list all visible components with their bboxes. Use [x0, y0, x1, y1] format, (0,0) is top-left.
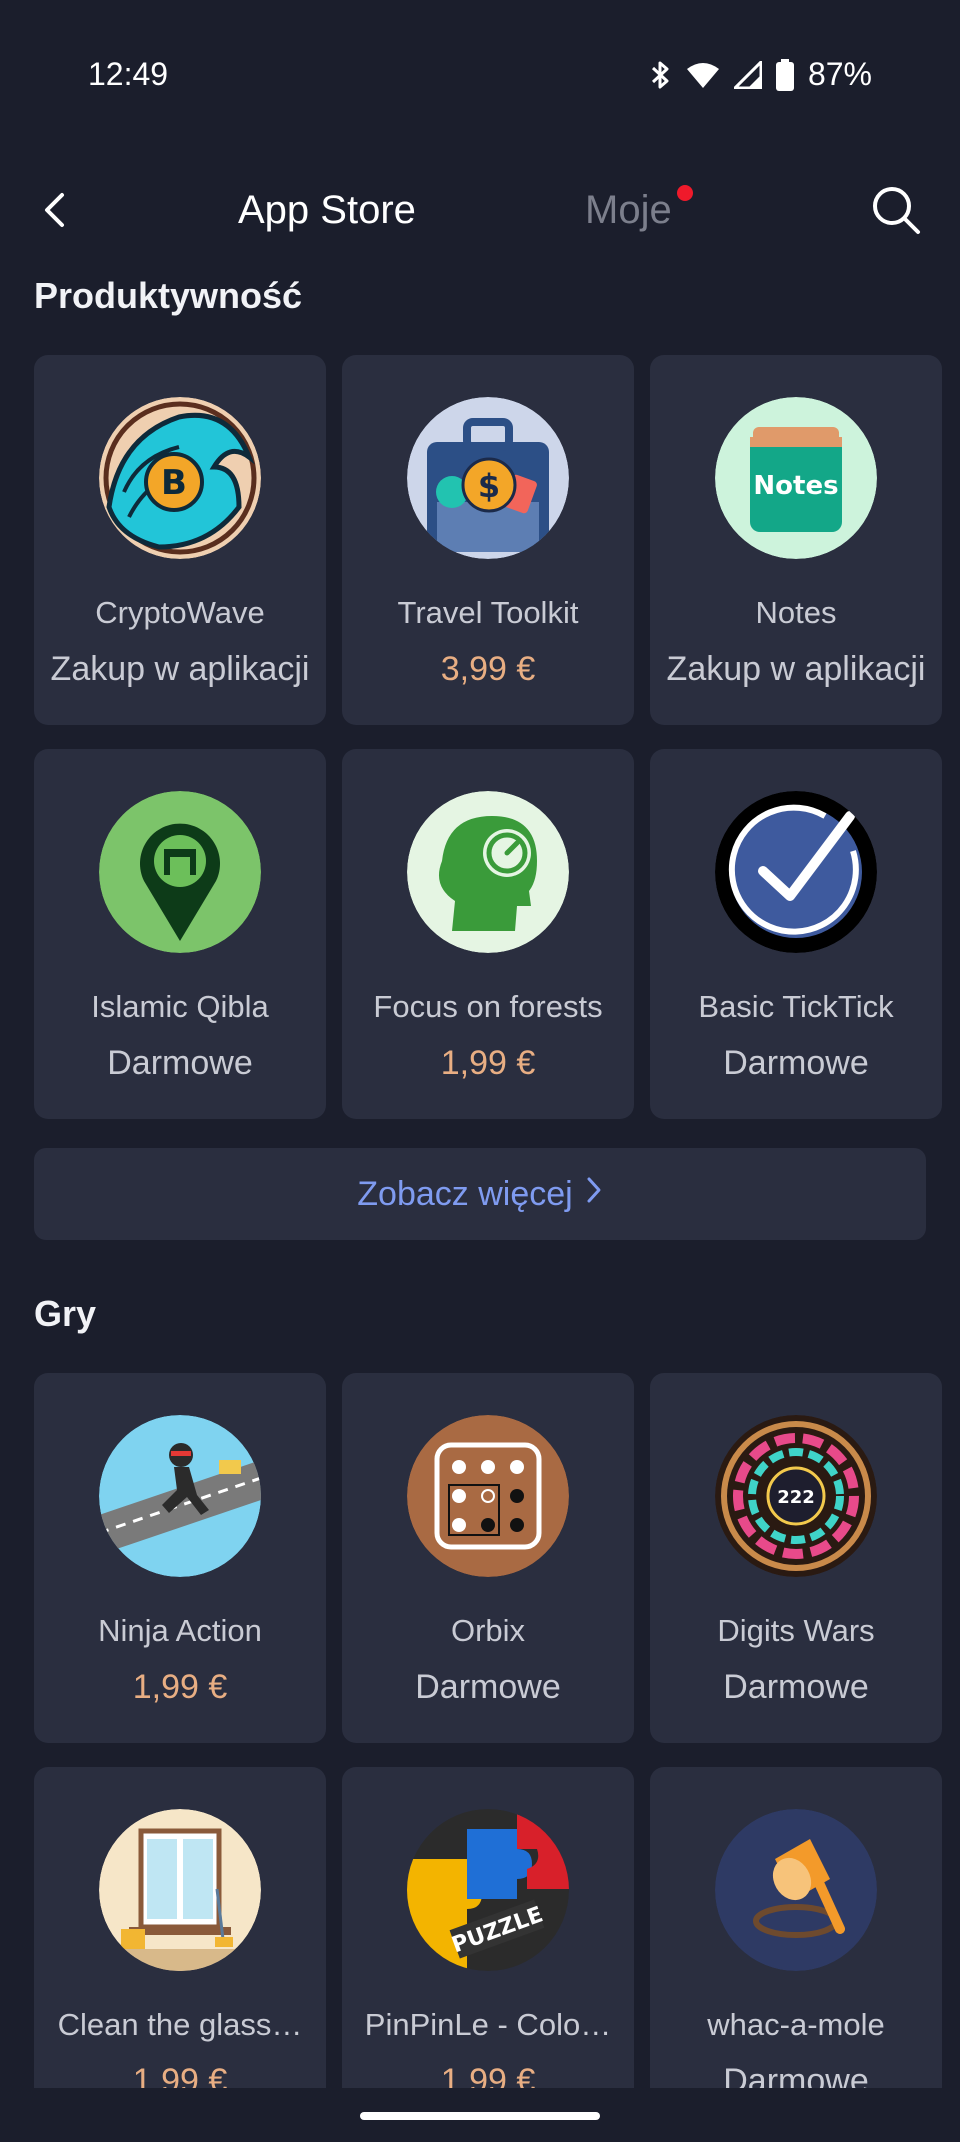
top-bar: App Store Moje [0, 160, 960, 260]
see-more-label: Zobacz więcej [357, 1174, 573, 1213]
app-grid-games: Ninja Action 1,99 € Orbix Darmowe 222 Di… [34, 1373, 944, 2137]
app-card[interactable]: 222 Digits Wars Darmowe [650, 1373, 942, 1743]
status-icons: 87% [650, 56, 872, 93]
app-grid-productivity: B CryptoWave Zakup w aplikacji $ Travel … [34, 355, 944, 1119]
app-price: Darmowe [723, 1668, 869, 1706]
app-price: 1,99 € [440, 1044, 536, 1082]
chevron-right-icon [585, 1175, 603, 1214]
app-name: Travel Toolkit [397, 595, 579, 630]
app-name: Clean the glass… [57, 2007, 303, 2042]
status-time: 12:49 [88, 56, 169, 92]
svg-text:$: $ [478, 467, 500, 505]
battery-percent: 87% [807, 56, 872, 92]
checkmark-icon [715, 791, 877, 953]
app-price: Darmowe [723, 1044, 869, 1082]
app-name: whac-a-mole [707, 2007, 885, 2042]
head-timer-icon [407, 791, 569, 953]
app-card[interactable]: Notes Notes Zakup w aplikacji [650, 355, 942, 725]
notification-dot [677, 185, 693, 201]
bluetooth-icon [650, 59, 672, 91]
app-name: Islamic Qibla [91, 989, 269, 1024]
tab-moje[interactable]: Moje [585, 188, 672, 233]
app-card[interactable]: Clean the glass… 1,99 € [34, 1767, 326, 2137]
travel-bag-icon: $ [407, 397, 569, 559]
app-card[interactable]: Orbix Darmowe [342, 1373, 634, 1743]
svg-text:222: 222 [777, 1487, 815, 1508]
app-price: Zakup w aplikacji [666, 650, 926, 688]
app-card[interactable]: Focus on forests 1,99 € [342, 749, 634, 1119]
window-icon [99, 1809, 261, 1971]
app-card[interactable]: B CryptoWave Zakup w aplikacji [34, 355, 326, 725]
ninja-icon [99, 1415, 261, 1577]
section-title-games: Gry [34, 1293, 97, 1334]
app-name: Orbix [450, 1613, 526, 1648]
hammer-icon [715, 1809, 877, 1971]
app-name: CryptoWave [95, 595, 265, 630]
digit-wheel-icon: 222 [715, 1415, 877, 1577]
app-name: Notes [755, 595, 837, 630]
app-card[interactable]: Basic TickTick Darmowe [650, 749, 942, 1119]
svg-text:B: B [161, 463, 187, 503]
app-name: Basic TickTick [698, 989, 894, 1024]
section-title-productivity: Produktywność [34, 275, 303, 316]
tab-app-store[interactable]: App Store [238, 188, 416, 233]
app-card[interactable]: Islamic Qibla Darmowe [34, 749, 326, 1119]
app-price: 3,99 € [440, 650, 536, 688]
app-card[interactable]: $ Travel Toolkit 3,99 € [342, 355, 634, 725]
chevron-left-icon[interactable] [30, 185, 80, 235]
app-price: Darmowe [107, 1044, 253, 1082]
app-card[interactable]: whac-a-mole Darmowe [650, 1767, 942, 2137]
see-more-button[interactable]: Zobacz więcej [34, 1148, 926, 1240]
puzzle-icon: PUZZLE [407, 1809, 569, 1971]
wifi-icon [686, 61, 720, 89]
home-indicator[interactable] [360, 2112, 600, 2120]
app-name: PinPinLe - Colo… [364, 2007, 612, 2042]
search-icon[interactable] [868, 182, 924, 238]
app-price: Zakup w aplikacji [50, 650, 310, 688]
notes-book-icon: Notes [715, 397, 877, 559]
bitcoin-wave-icon: B [99, 397, 261, 559]
signal-icon [733, 60, 762, 89]
app-card[interactable]: PUZZLE PinPinLe - Colo… 1,99 € [342, 1767, 634, 2137]
battery-icon [775, 58, 794, 91]
dice-board-icon [407, 1415, 569, 1577]
svg-text:Notes: Notes [753, 471, 838, 501]
app-price: 1,99 € [132, 1668, 228, 1706]
app-price: Darmowe [415, 1668, 561, 1706]
app-card[interactable]: Ninja Action 1,99 € [34, 1373, 326, 1743]
status-bar: 12:49 87% [0, 0, 960, 150]
app-name: Focus on forests [373, 989, 603, 1024]
app-name: Ninja Action [98, 1613, 262, 1648]
map-pin-icon [99, 791, 261, 953]
app-name: Digits Wars [717, 1613, 875, 1648]
